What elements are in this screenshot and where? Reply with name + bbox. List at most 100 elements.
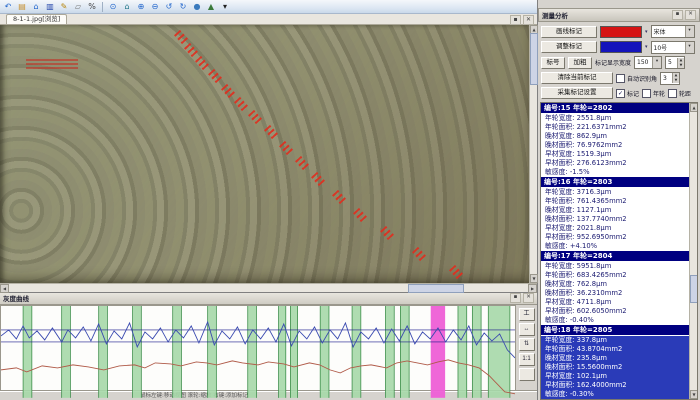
chevron-down-icon[interactable]: ▾	[685, 42, 694, 53]
ring-boundary-mark[interactable]	[412, 247, 426, 261]
close-icon[interactable]: ✕	[523, 293, 534, 303]
size-combo[interactable]: 10号▾	[651, 41, 695, 54]
checkbox-icon[interactable]	[616, 74, 625, 83]
ring-color-swatch[interactable]	[600, 41, 642, 53]
scroll-down-icon[interactable]: ▼	[530, 274, 538, 283]
ring-band[interactable]	[23, 306, 32, 398]
chevron-down-icon[interactable]: ▾	[645, 44, 648, 50]
width-spinner[interactable]: 5 ▲▼	[665, 56, 685, 69]
mark-color-swatch[interactable]	[600, 26, 642, 38]
pin-icon[interactable]: ▪	[510, 15, 521, 25]
zoom-out-icon[interactable]: ⊖	[149, 1, 161, 12]
ring-band[interactable]	[458, 306, 467, 398]
ring-entry[interactable]: 编号:17 年轮=2804年轮宽度: 5951.8μm年轮面积: 683.426…	[541, 251, 690, 325]
spin-down-icon[interactable]: ▼	[672, 78, 679, 83]
ring-band[interactable]	[133, 306, 142, 398]
ring-boundary-mark[interactable]	[332, 190, 346, 204]
adjust-mark-button[interactable]: 调整标记	[541, 41, 597, 53]
close-icon[interactable]: ✕	[523, 15, 534, 25]
scroll-down-icon[interactable]: ▼	[690, 390, 698, 399]
bold-button[interactable]: 加粗	[568, 57, 592, 69]
sphere-icon[interactable]: ●	[191, 1, 203, 12]
ring-boundary-mark[interactable]	[264, 125, 278, 139]
width-combo[interactable]: 150▾	[634, 56, 662, 69]
ring-band[interactable]	[248, 306, 257, 398]
chart-tool-button-2[interactable]: ↔	[519, 323, 535, 336]
dropdown-caret-icon[interactable]: ▾	[219, 1, 231, 12]
chart-tool-button-1[interactable]: 工	[519, 308, 535, 321]
hscroll-thumb[interactable]	[408, 284, 464, 293]
ring-boundary-mark[interactable]	[221, 84, 235, 98]
list-scroll-thumb[interactable]	[690, 275, 698, 303]
measure-icon[interactable]: ▱	[72, 1, 84, 12]
ring-entry[interactable]: 编号:18 年轮=2805年轮宽度: 337.8μm年轮面积: 43.8704m…	[541, 325, 690, 399]
ring-checkbox[interactable]: 年轮	[642, 89, 665, 98]
ring-band[interactable]	[352, 306, 361, 398]
percent-icon[interactable]: %	[86, 1, 98, 12]
vscroll-thumb[interactable]	[530, 33, 538, 85]
open-folder-icon[interactable]: ▤	[16, 1, 28, 12]
ring-band[interactable]	[472, 306, 481, 398]
pin-icon[interactable]: ▪	[510, 293, 521, 303]
ring-band[interactable]	[290, 306, 297, 398]
auto-angle-spinner[interactable]: 3 ▲▼	[660, 72, 680, 85]
chevron-down-icon[interactable]: ▾	[645, 29, 648, 35]
rotate-left-icon[interactable]: ↺	[163, 1, 175, 12]
selected-ring-band[interactable]	[431, 306, 445, 398]
ring-band[interactable]	[62, 306, 71, 398]
ring-boundary-mark[interactable]	[208, 69, 222, 83]
spacing-checkbox[interactable]: 轮距	[668, 89, 691, 98]
wood-sample-image[interactable]	[0, 25, 529, 283]
ring-boundary-mark[interactable]	[195, 56, 209, 70]
ring-boundary-mark[interactable]	[380, 226, 394, 240]
collect-mark-settings-button[interactable]: 采集标记设置	[541, 87, 613, 99]
scroll-right-icon[interactable]: ▶	[528, 284, 537, 293]
ring-boundary-mark[interactable]	[295, 156, 309, 170]
pin-icon[interactable]: ▪	[672, 10, 683, 20]
viewer-vertical-scrollbar[interactable]: ▲ ▼	[529, 25, 537, 283]
ring-measurement-list[interactable]: 编号:15 年轮=2802年轮宽度: 2551.8μm年轮面积: 221.637…	[540, 102, 698, 400]
rotate-right-icon[interactable]: ↻	[177, 1, 189, 12]
checkbox-checked-icon[interactable]: ✓	[616, 89, 625, 98]
chart-tool-button-5[interactable]	[519, 368, 535, 381]
clear-current-mark-button[interactable]: 清除当前标记	[541, 72, 613, 84]
close-icon[interactable]: ✕	[685, 10, 696, 20]
target-icon[interactable]: ⊙	[107, 1, 119, 12]
ring-band[interactable]	[279, 306, 286, 398]
chevron-down-icon[interactable]: ▾	[652, 57, 661, 68]
scroll-left-icon[interactable]: ◀	[0, 284, 9, 293]
ring-band[interactable]	[99, 306, 108, 398]
ring-boundary-mark[interactable]	[279, 141, 293, 155]
ring-band[interactable]	[173, 306, 182, 398]
spin-down-icon[interactable]: ▼	[677, 63, 684, 68]
ring-entry[interactable]: 编号:15 年轮=2802年轮宽度: 2551.8μm年轮面积: 221.637…	[541, 103, 690, 177]
mark-checkbox[interactable]: ✓ 标记	[616, 89, 639, 98]
auto-angle-checkbox[interactable]: 自动识别角	[616, 74, 657, 83]
checkbox-icon[interactable]	[668, 89, 677, 98]
zoom-in-icon[interactable]: ⊕	[135, 1, 147, 12]
label-button[interactable]: 标号	[541, 57, 565, 69]
ring-boundary-mark[interactable]	[184, 43, 198, 57]
ring-boundary-mark[interactable]	[311, 172, 325, 186]
chevron-down-icon[interactable]: ▾	[685, 26, 694, 37]
ring-boundary-mark[interactable]	[353, 208, 367, 222]
ring-entry[interactable]: 编号:16 年轮=2803年轮宽度: 3716.3μm年轮面积: 761.436…	[541, 177, 690, 251]
ring-band[interactable]	[208, 306, 217, 398]
ring-boundary-mark[interactable]	[234, 97, 248, 111]
pencil-icon[interactable]: ✎	[58, 1, 70, 12]
font-combo[interactable]: 宋体▾	[651, 25, 695, 38]
ring-boundary-mark[interactable]	[174, 30, 188, 44]
ring-entry-header[interactable]: 编号:18 年轮=2805	[541, 325, 690, 336]
gray-curve-chart[interactable]	[0, 305, 516, 391]
chart-tool-button-3[interactable]: ⇅	[519, 338, 535, 351]
home-icon[interactable]: ⌂	[30, 1, 42, 12]
checkbox-icon[interactable]	[642, 89, 651, 98]
ring-band[interactable]	[400, 306, 409, 398]
tree-icon[interactable]: ▲	[205, 1, 217, 12]
document-tab[interactable]: 8-1-1.jpg[浏览]	[6, 14, 67, 24]
ring-boundary-mark[interactable]	[248, 110, 262, 124]
viewer-horizontal-scrollbar[interactable]: ◀ ▶	[0, 283, 537, 292]
ring-band[interactable]	[320, 306, 329, 398]
ring-boundary-mark[interactable]	[449, 265, 463, 279]
frame-icon[interactable]: ⌂	[121, 1, 133, 12]
